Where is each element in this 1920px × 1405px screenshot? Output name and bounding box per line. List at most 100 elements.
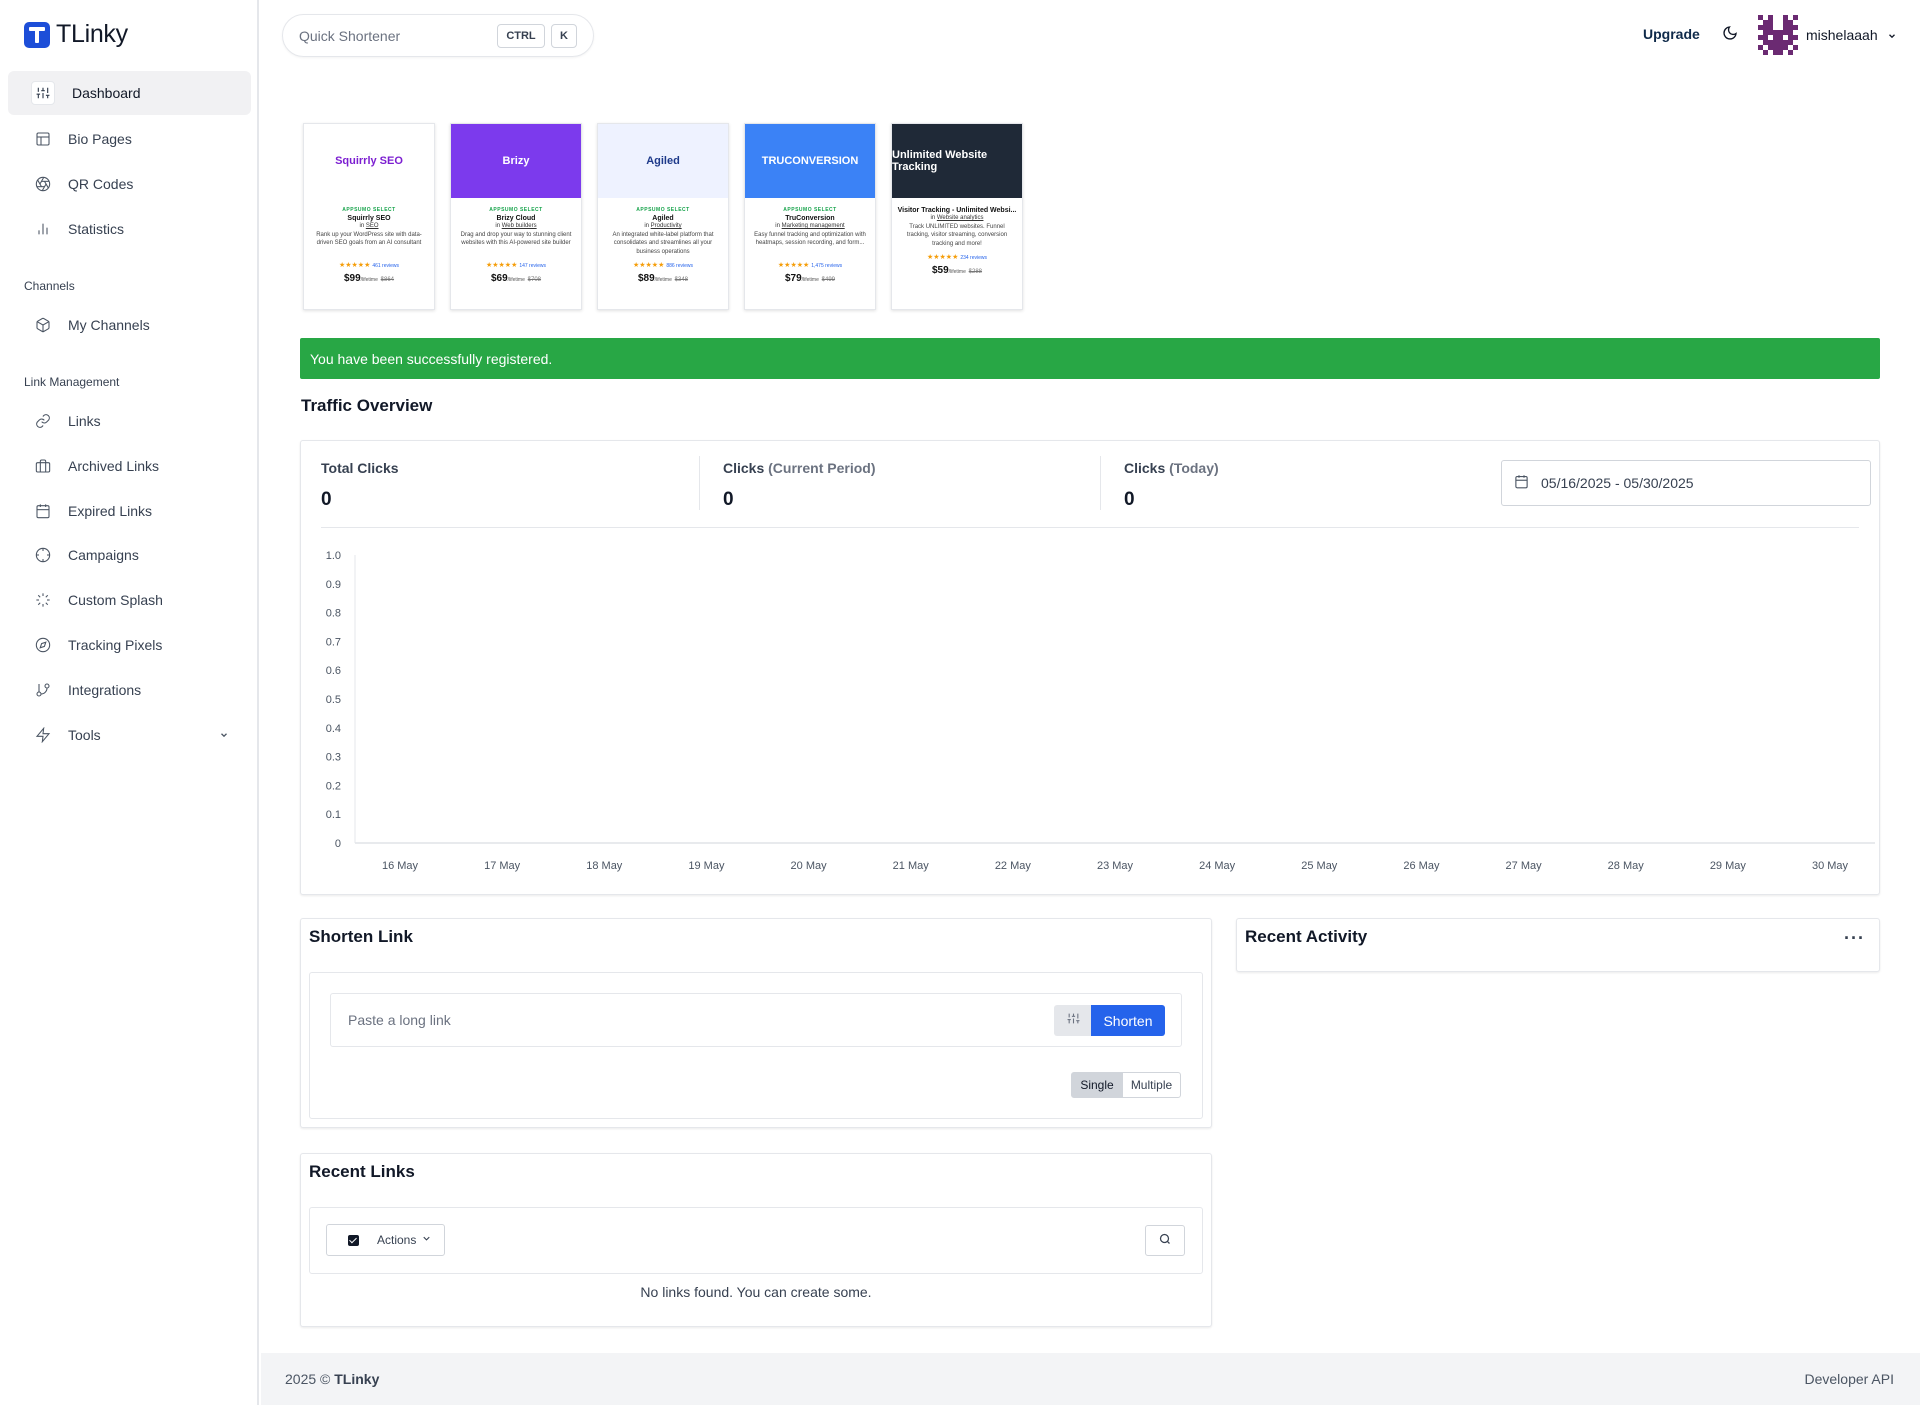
promo-card[interactable]: TRUCONVERSION APPSUMO SELECT TruConversion…	[744, 123, 876, 310]
x-tick-label: 18 May	[586, 860, 623, 872]
footer-copyright: 2025 © TLinky	[285, 1371, 380, 1387]
sidebar-item-my-channels[interactable]: My Channels	[8, 303, 251, 347]
promo-reviews: 1,475 reviews	[811, 263, 843, 269]
sidebar-item-label: Integrations	[68, 682, 142, 698]
promo-category: in SEO	[359, 223, 379, 229]
section-link-management: Link Management	[24, 375, 120, 389]
logo[interactable]: TLinky	[24, 20, 128, 49]
shorten-button[interactable]: Shorten	[1091, 1005, 1165, 1036]
promo-rating: ★★★★★ 234 reviews	[926, 254, 987, 261]
sidebar-item-label: My Channels	[68, 317, 150, 333]
y-tick-label: 0.1	[326, 809, 341, 821]
sidebar-item-qr-codes[interactable]: QR Codes	[8, 162, 251, 206]
x-tick-label: 23 May	[1097, 860, 1134, 872]
promo-image: Agiled	[598, 124, 728, 198]
promo-rating: ★★★★★ 1,475 reviews	[777, 262, 843, 269]
today-clicks-value: 0	[1124, 489, 1135, 510]
x-tick-label: 27 May	[1506, 860, 1543, 872]
select-all-checkbox[interactable]	[348, 1234, 359, 1246]
y-tick-label: 0.4	[326, 723, 341, 735]
x-tick-label: 22 May	[995, 860, 1032, 872]
search-button[interactable]	[1145, 1225, 1185, 1256]
actions-dropdown[interactable]: Actions	[326, 1224, 445, 1256]
loader-icon	[34, 591, 52, 609]
promo-category: in Website analytics	[930, 215, 984, 221]
promo-badge: APPSUMO SELECT	[342, 207, 396, 213]
box-icon	[34, 316, 52, 334]
promo-name: Brizy Cloud	[496, 215, 536, 222]
sidebar-item-archived-links[interactable]: Archived Links	[8, 444, 251, 488]
y-tick-label: 0.8	[326, 608, 341, 620]
promo-badge: APPSUMO SELECT	[489, 207, 543, 213]
promo-category: in Productivity	[644, 223, 682, 229]
current-clicks-value: 0	[723, 489, 734, 510]
sidebar-item-statistics[interactable]: Statistics	[8, 207, 251, 251]
promo-description: Rank up your WordPress site with data-dr…	[316, 232, 422, 247]
developer-api-link[interactable]: Developer API	[1805, 1371, 1895, 1387]
success-alert: You have been successfully registered.	[300, 338, 1880, 379]
avatar[interactable]	[1758, 15, 1798, 55]
sidebar-item-custom-splash[interactable]: Custom Splash	[8, 578, 251, 622]
aperture-icon	[34, 175, 52, 193]
target-icon	[34, 546, 52, 564]
chevron-down-icon[interactable]	[1887, 28, 1897, 46]
more-options-icon[interactable]: ···	[1844, 928, 1865, 949]
date-range-picker[interactable]: 05/16/2025 - 05/30/2025	[1501, 460, 1871, 506]
multiple-toggle[interactable]: Multiple	[1122, 1072, 1181, 1098]
x-tick-label: 26 May	[1403, 860, 1440, 872]
chevron-down-icon	[219, 727, 229, 743]
y-tick-label: 0.6	[326, 665, 341, 677]
sidebar-item-links[interactable]: Links	[8, 399, 251, 443]
upgrade-link[interactable]: Upgrade	[1643, 26, 1700, 42]
sidebar-item-label: Campaigns	[68, 547, 139, 563]
chevron-down-icon	[421, 1233, 432, 1247]
quick-shortener-input[interactable]: Quick Shortener CTRL K	[282, 14, 594, 57]
promo-category: in Marketing management	[775, 223, 845, 229]
promo-name: TruConversion	[785, 215, 835, 222]
total-clicks-label: Total Clicks	[321, 460, 399, 476]
sidebar-item-expired-links[interactable]: Expired Links	[8, 489, 251, 533]
promo-description: Track UNLIMITED websites. Funnel trackin…	[906, 224, 1008, 247]
promo-card[interactable]: Squirrly SEO APPSUMO SELECT Squirrly SEO in…	[303, 123, 435, 310]
promo-price: $79/lifetime $499	[784, 273, 836, 284]
bar-chart-icon	[34, 220, 52, 238]
total-clicks-value: 0	[321, 489, 332, 510]
sidebar-item-dashboard[interactable]: Dashboard	[8, 71, 251, 115]
zap-icon	[34, 726, 52, 744]
single-toggle[interactable]: Single	[1071, 1072, 1123, 1098]
sidebar-item-label: Custom Splash	[68, 592, 163, 608]
x-tick-label: 20 May	[791, 860, 828, 872]
promo-name: Squirrly SEO	[347, 215, 391, 222]
promo-card[interactable]: Unlimited Website Tracking Visitor Tracki…	[891, 123, 1023, 310]
archive-icon	[34, 457, 52, 475]
sidebar-item-campaigns[interactable]: Campaigns	[8, 533, 251, 577]
promo-card[interactable]: Agiled APPSUMO SELECT Agiled in Productivit…	[597, 123, 729, 310]
calendar-icon	[34, 502, 52, 520]
traffic-chart: 1.0 0.9 0.8 0.7 0.6 0.5 0.4 0.3 0.2 0.1 0 16 May 17 …	[326, 550, 1875, 872]
kbd-k: K	[551, 24, 577, 48]
long-link-placeholder: Paste a long link	[348, 1012, 451, 1028]
promo-badge: APPSUMO SELECT	[783, 207, 837, 213]
sidebar-item-integrations[interactable]: Integrations	[8, 668, 251, 712]
username[interactable]: mishelaaah	[1806, 27, 1878, 43]
promo-image-title: Brizy	[502, 155, 530, 167]
y-tick-label: 0.3	[326, 752, 341, 764]
promo-card[interactable]: Brizy APPSUMO SELECT Brizy Cloud in Web bui…	[450, 123, 582, 310]
sidebar-item-label: Bio Pages	[68, 131, 132, 147]
sidebar-item-label: Links	[68, 413, 101, 429]
kbd-ctrl: CTRL	[497, 24, 545, 48]
sidebar-item-tools[interactable]: Tools	[8, 713, 251, 757]
promo-price: $69/lifetime $708	[490, 273, 542, 284]
footer-brand[interactable]: TLinky	[334, 1371, 379, 1387]
link-options-button[interactable]	[1054, 1005, 1092, 1036]
sidebar-item-tracking-pixels[interactable]: Tracking Pixels	[8, 623, 251, 667]
link-icon	[34, 412, 52, 430]
compass-icon	[34, 636, 52, 654]
x-tick-label: 24 May	[1199, 860, 1236, 872]
sidebar-item-bio-pages[interactable]: Bio Pages	[8, 117, 251, 161]
search-icon	[1159, 1232, 1171, 1250]
promo-description: An integrated white-label platform that …	[612, 232, 714, 255]
x-tick-label: 19 May	[688, 860, 725, 872]
promo-name: Visitor Tracking - Unlimited Websi...	[897, 207, 1017, 214]
moon-icon[interactable]	[1722, 25, 1738, 46]
